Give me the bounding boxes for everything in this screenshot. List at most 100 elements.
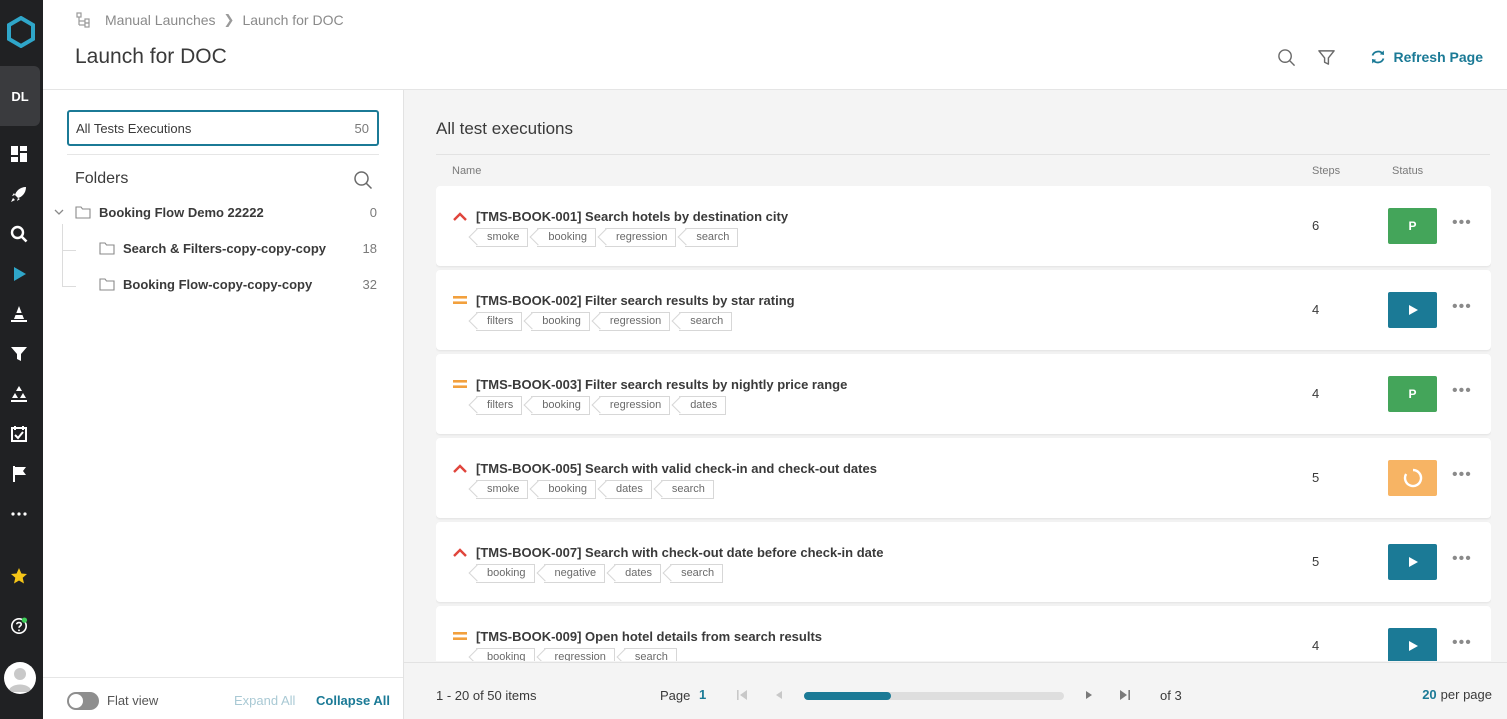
per-page-selector[interactable]: 20 per page (1422, 687, 1492, 702)
tag-chip[interactable]: filters (476, 396, 523, 415)
breadcrumb-parent-link[interactable]: Manual Launches (105, 12, 216, 28)
run-test-button[interactable] (1388, 292, 1437, 328)
tag-chip[interactable]: regression (598, 312, 671, 331)
page-progress-bar[interactable] (804, 692, 1064, 700)
tag-chip[interactable]: booking (476, 648, 535, 661)
more-nav-icon[interactable] (9, 504, 29, 524)
more-actions-icon[interactable]: ••• (1452, 382, 1471, 402)
run-test-button[interactable] (1388, 544, 1437, 580)
column-header-name[interactable]: Name (452, 165, 481, 177)
refresh-page-button[interactable]: Refresh Page (1370, 49, 1483, 65)
chevron-down-icon[interactable] (53, 206, 65, 218)
tag-chip[interactable]: booking (537, 480, 596, 499)
project-switcher[interactable]: DL (0, 66, 40, 126)
tag-chip[interactable]: booking (537, 228, 596, 247)
more-actions-icon[interactable]: ••• (1452, 214, 1471, 234)
table-row[interactable]: [TMS-BOOK-005] Search with valid check-i… (436, 438, 1491, 518)
filter-icon[interactable] (9, 344, 29, 364)
tag-chip[interactable]: booking (476, 564, 535, 583)
table-row[interactable]: [TMS-BOOK-007] Search with check-out dat… (436, 522, 1491, 602)
test-title[interactable]: [TMS-BOOK-007] Search with check-out dat… (476, 545, 883, 560)
test-title[interactable]: [TMS-BOOK-005] Search with valid check-i… (476, 461, 877, 476)
search-explore-icon[interactable] (9, 224, 29, 244)
tag-chip[interactable]: negative (543, 564, 606, 583)
last-page-icon[interactable] (1118, 688, 1132, 702)
more-actions-icon[interactable]: ••• (1452, 550, 1471, 570)
test-title[interactable]: [TMS-BOOK-003] Filter search results by … (476, 377, 847, 392)
next-page-icon[interactable] (1082, 688, 1096, 702)
spinner-icon (1403, 468, 1422, 488)
pagination-current-page[interactable]: 1 (699, 687, 706, 702)
status-passed-button[interactable]: P (1388, 376, 1437, 412)
tag-chip[interactable]: dates (614, 564, 662, 583)
tag-chip[interactable]: regression (543, 648, 615, 661)
more-actions-icon[interactable]: ••• (1452, 466, 1471, 486)
more-actions-icon[interactable]: ••• (1452, 634, 1471, 654)
test-title[interactable]: [TMS-BOOK-009] Open hotel details from s… (476, 629, 822, 644)
flat-view-toggle[interactable] (67, 692, 99, 710)
header-tools: Refresh Page (1258, 46, 1483, 68)
folder-search-icon[interactable] (353, 170, 373, 190)
help-icon[interactable] (9, 616, 29, 636)
tag-chip[interactable]: search (679, 312, 733, 331)
filter-icon[interactable] (1316, 46, 1338, 68)
search-icon[interactable] (1276, 46, 1298, 68)
tag-chip[interactable]: booking (531, 312, 590, 331)
tag-chip[interactable]: regression (604, 228, 677, 247)
star-favorites-icon[interactable] (9, 566, 29, 586)
dashboard-icon[interactable] (9, 144, 29, 164)
breadcrumb: Manual Launches ❯ Launch for DOC (75, 11, 344, 29)
status-label: P (1408, 219, 1417, 233)
steps-count: 5 (1312, 470, 1320, 485)
calendar-check-icon[interactable] (9, 424, 29, 444)
hierarchy-icon[interactable] (9, 384, 29, 404)
priority-medium-icon (453, 380, 467, 388)
folder-icon (99, 277, 115, 291)
tag-list: filters booking regression dates (476, 396, 735, 415)
previous-page-icon[interactable] (772, 688, 786, 702)
tag-chip[interactable]: booking (531, 396, 590, 415)
per-page-value[interactable]: 20 (1422, 687, 1436, 702)
tag-chip[interactable]: smoke (476, 480, 529, 499)
flag-icon[interactable] (9, 464, 29, 484)
rocket-icon[interactable] (9, 184, 29, 204)
table-row[interactable]: [TMS-BOOK-001] Search hotels by destinat… (436, 186, 1491, 266)
steps-count: 5 (1312, 554, 1320, 569)
run-test-button[interactable] (1388, 628, 1437, 661)
steps-count: 4 (1312, 386, 1320, 401)
folder-item-booking-flow-demo[interactable]: Booking Flow Demo 22222 0 (53, 200, 379, 224)
folders-panel: All Tests Executions 50 Folders Booking … (43, 90, 404, 719)
table-row[interactable]: [TMS-BOOK-003] Filter search results by … (436, 354, 1491, 434)
all-tests-executions-item[interactable]: All Tests Executions 50 (67, 110, 379, 146)
tag-chip[interactable]: filters (476, 312, 523, 331)
play-launches-icon[interactable] (9, 264, 29, 284)
cone-icon[interactable] (9, 304, 29, 324)
test-title[interactable]: [TMS-BOOK-001] Search hotels by destinat… (476, 209, 788, 224)
tag-chip[interactable]: smoke (476, 228, 529, 247)
expand-all-button[interactable]: Expand All (234, 693, 295, 708)
tag-chip[interactable]: search (685, 228, 739, 247)
table-row[interactable]: [TMS-BOOK-002] Filter search results by … (436, 270, 1491, 350)
folder-item-search-filters[interactable]: Search & Filters-copy-copy-copy 18 (99, 236, 379, 260)
tag-chip[interactable]: search (670, 564, 724, 583)
toggle-knob (69, 694, 83, 708)
app-root: DL Manual Launches ❯ Launch for DOC Laun… (0, 0, 1507, 719)
folder-item-booking-flow[interactable]: Booking Flow-copy-copy-copy 32 (99, 272, 379, 296)
tag-chip[interactable]: regression (598, 396, 671, 415)
folders-title: Folders (75, 170, 129, 187)
first-page-icon[interactable] (735, 688, 749, 702)
collapse-all-button[interactable]: Collapse All (316, 693, 390, 708)
test-title[interactable]: [TMS-BOOK-002] Filter search results by … (476, 293, 795, 308)
table-row[interactable]: [TMS-BOOK-009] Open hotel details from s… (436, 606, 1491, 661)
column-header-status[interactable]: Status (1392, 165, 1423, 177)
status-passed-button[interactable]: P (1388, 208, 1437, 244)
tag-chip[interactable]: dates (679, 396, 727, 415)
tag-chip[interactable]: search (623, 648, 677, 661)
user-avatar[interactable] (4, 662, 36, 694)
tag-chip[interactable]: dates (604, 480, 652, 499)
app-logo-icon[interactable] (6, 16, 36, 48)
more-actions-icon[interactable]: ••• (1452, 298, 1471, 318)
status-in-progress-button[interactable] (1388, 460, 1437, 496)
tag-chip[interactable]: search (660, 480, 714, 499)
column-header-steps[interactable]: Steps (1312, 165, 1340, 177)
